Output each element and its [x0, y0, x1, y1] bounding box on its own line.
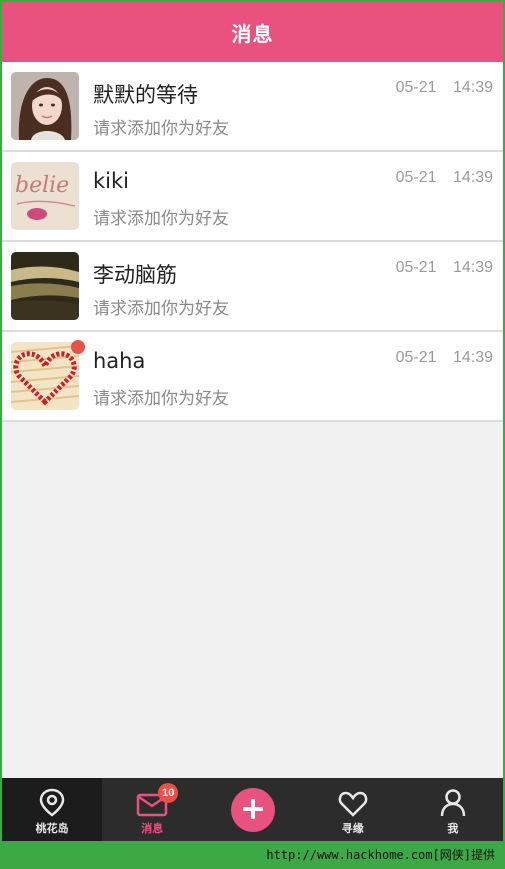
- location-pin-icon: [39, 788, 65, 817]
- believe-writing-photo: belie: [11, 162, 79, 230]
- tab-add[interactable]: [202, 778, 302, 841]
- message-time: 05-21 14:39: [395, 169, 493, 186]
- message-item[interactable]: haha 请求添加你为好友 05-21 14:39: [2, 332, 503, 422]
- phone-screen: 消息 默默的等待 请求添加你为好友 05-21 14:39 belie kiki…: [2, 2, 503, 841]
- message-preview: 请求添加你为好友: [93, 299, 229, 319]
- plus-icon: [242, 799, 263, 819]
- tab-label: 我: [447, 822, 459, 835]
- tab-xunyuan[interactable]: 寻缘: [303, 778, 403, 841]
- landscape-photo: [11, 252, 79, 320]
- message-item[interactable]: belie kiki 请求添加你为好友 05-21 14:39: [2, 152, 503, 242]
- contact-name: haha: [93, 349, 146, 373]
- heart-icon: [338, 791, 368, 817]
- add-button[interactable]: [230, 788, 275, 832]
- message-item[interactable]: 李动脑筋 请求添加你为好友 05-21 14:39: [2, 242, 503, 332]
- message-time: 05-21 14:39: [395, 349, 493, 366]
- tab-me[interactable]: 我: [403, 778, 503, 841]
- message-time: 05-21 14:39: [395, 259, 493, 276]
- girl-portrait-photo: [11, 72, 79, 140]
- message-item[interactable]: 默默的等待 请求添加你为好友 05-21 14:39: [2, 62, 503, 152]
- tab-label: 消息: [141, 822, 164, 835]
- avatar[interactable]: [11, 72, 79, 140]
- message-preview: 请求添加你为好友: [93, 119, 229, 139]
- contact-name: 李动脑筋: [93, 263, 177, 287]
- tab-label: 桃花岛: [35, 822, 69, 835]
- contact-name: kiki: [93, 169, 129, 193]
- page-title: 消息: [231, 21, 274, 46]
- tab-messages[interactable]: 10 消息: [102, 778, 202, 841]
- unread-badge: 10: [158, 783, 179, 803]
- message-time: 05-21 14:39: [395, 79, 493, 96]
- svg-text:belie: belie: [15, 173, 69, 198]
- message-preview: 请求添加你为好友: [93, 209, 229, 229]
- unread-dot: [71, 340, 85, 354]
- header-bar: 消息: [2, 2, 503, 62]
- avatar[interactable]: [11, 342, 79, 410]
- matchstick-heart-photo: [11, 342, 79, 410]
- message-list: 默默的等待 请求添加你为好友 05-21 14:39 belie kiki 请求…: [2, 62, 503, 422]
- avatar[interactable]: [11, 252, 79, 320]
- bottom-tab-bar: 桃花岛 10 消息 寻缘 我: [2, 778, 503, 841]
- tab-taohuadao[interactable]: 桃花岛: [2, 778, 103, 841]
- contact-name: 默默的等待: [93, 83, 198, 107]
- tab-label: 寻缘: [341, 822, 364, 835]
- watermark-text: http://www.hackhome.com[网侠]提供: [266, 848, 495, 862]
- person-icon: [440, 789, 466, 817]
- message-preview: 请求添加你为好友: [93, 389, 229, 409]
- avatar[interactable]: belie: [11, 162, 79, 230]
